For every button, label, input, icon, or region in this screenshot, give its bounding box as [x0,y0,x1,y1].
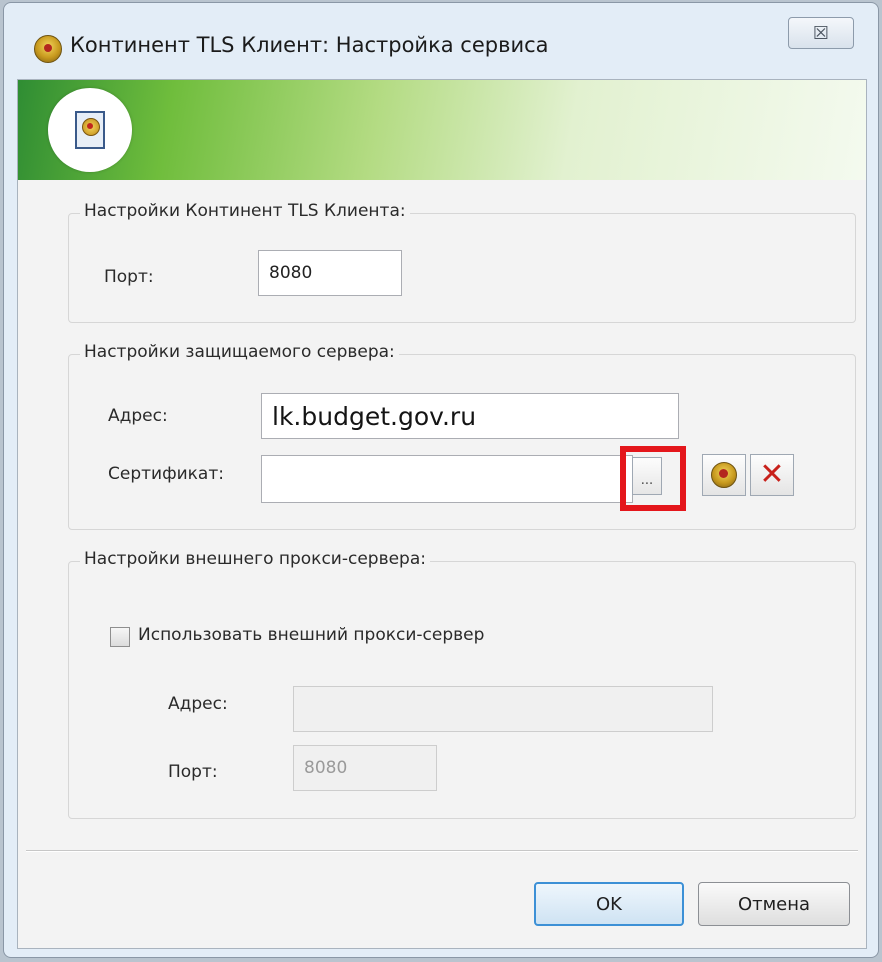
window-title: Континент TLS Клиент: Настройка сервиса [70,33,549,57]
certificate-icon [75,111,105,149]
banner-logo [48,88,132,172]
proxy-port-input[interactable]: 8080 [293,745,437,791]
view-certificate-button[interactable] [702,454,746,496]
client-port-input[interactable]: 8080 [258,250,402,296]
certificate-seal-icon [711,462,737,488]
delete-icon: ✕ [759,457,785,492]
browse-highlight-frame [620,446,686,511]
delete-certificate-button[interactable]: ✕ [750,454,794,496]
certificate-label: Сертификат: [108,464,224,484]
certificate-input[interactable] [261,455,633,503]
client-settings-title: Настройки Континент TLS Клиента: [80,201,410,221]
use-proxy-checkbox[interactable] [110,627,130,647]
dialog-window: Континент TLS Клиент: Настройка сервиса … [3,2,879,958]
ok-button[interactable]: OK [534,882,684,926]
server-address-input[interactable]: lk.budget.gov.ru [261,393,679,439]
server-settings-group [68,354,856,530]
footer-separator [26,850,858,852]
close-button[interactable]: ☒ [788,17,854,49]
title-bar[interactable]: Континент TLS Клиент: Настройка сервиса … [4,3,878,79]
client-port-label: Порт: [104,267,154,287]
proxy-port-label: Порт: [168,762,218,782]
proxy-settings-title: Настройки внешнего прокси-сервера: [80,549,430,569]
use-proxy-label[interactable]: Использовать внешний прокси-сервер [138,625,484,645]
dialog-body: Настройки Континент TLS Клиента: Порт: 8… [17,79,867,949]
server-address-label: Адрес: [108,406,168,426]
client-settings-group [68,213,856,323]
cancel-button[interactable]: Отмена [698,882,850,926]
app-seal-icon [34,35,62,63]
proxy-address-label: Адрес: [168,694,228,714]
header-banner [18,80,866,180]
server-settings-title: Настройки защищаемого сервера: [80,342,399,362]
proxy-address-input[interactable] [293,686,713,732]
close-icon: ☒ [812,22,830,44]
